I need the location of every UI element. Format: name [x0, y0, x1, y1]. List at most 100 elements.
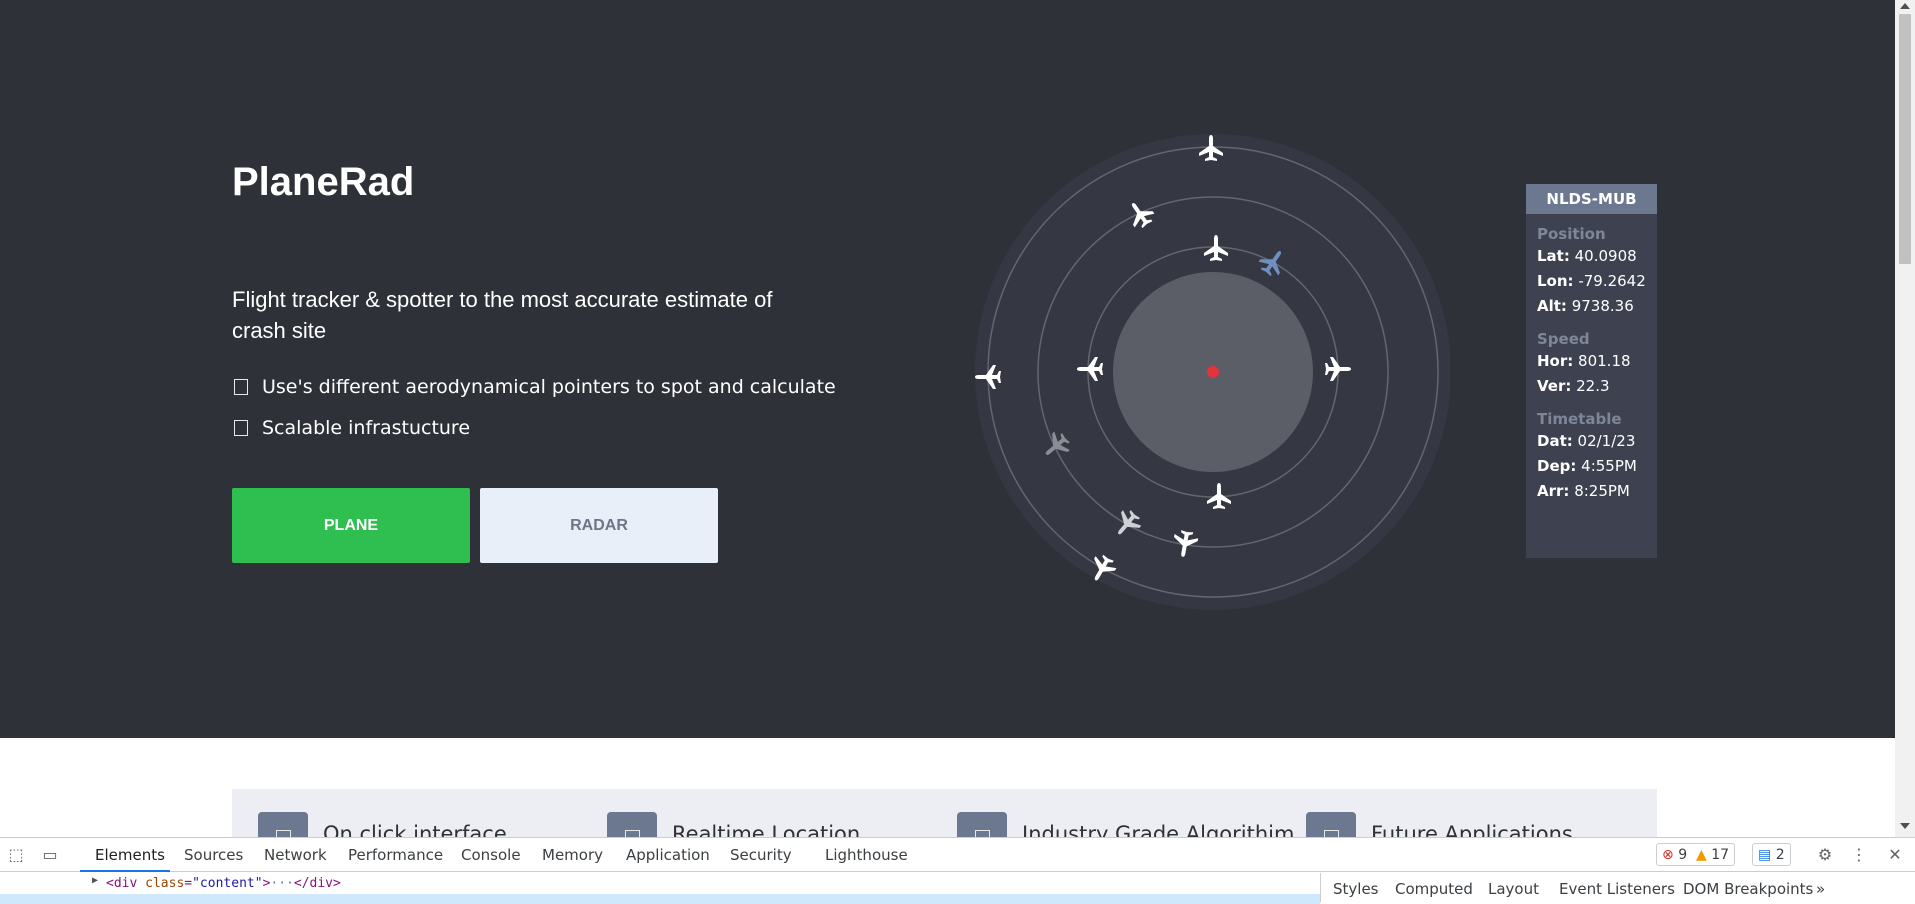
tab-network[interactable]: Network [264, 846, 327, 864]
tab-layout[interactable]: Layout [1488, 880, 1539, 898]
scroll-thumb[interactable] [1899, 14, 1911, 264]
lat-row: Lat: 40.0908 [1537, 244, 1657, 269]
inspect-element-icon[interactable]: ⬚ [6, 845, 26, 865]
feature-card-item: On click interface [258, 812, 507, 837]
row-value: 4:55PM [1581, 457, 1637, 475]
row-value: 9738.36 [1571, 297, 1634, 315]
issues-counter[interactable]: ⊗ 9 ▲ 17 [1656, 843, 1736, 866]
scroll-up-arrow-icon[interactable] [1900, 3, 1910, 9]
page-scrollbar[interactable] [1895, 0, 1915, 837]
message-count: 2 [1775, 846, 1785, 863]
tab-dom-breakpoints[interactable]: DOM Breakpoints [1683, 880, 1813, 898]
dom-tag-end: </div> [293, 876, 341, 891]
tab-memory[interactable]: Memory [542, 846, 603, 864]
feature-card-label: On click interface [323, 822, 507, 837]
tab-sources[interactable]: Sources [184, 846, 243, 864]
tab-event-listeners[interactable]: Event Listeners [1559, 880, 1675, 898]
dat-row: Dat: 02/1/23 [1537, 429, 1657, 454]
hero-subtitle: Flight tracker & spotter to the most acc… [232, 287, 773, 343]
feature-card-item: Industry Grade Algorithim [957, 812, 1294, 837]
more-tabs-icon[interactable]: » [1816, 880, 1825, 898]
flight-id-header: NLDS-MUB [1526, 184, 1657, 214]
messages-counter[interactable]: ▤ 2 [1752, 843, 1791, 866]
selected-dom-node[interactable] [0, 894, 1320, 904]
tab-security[interactable]: Security [730, 846, 792, 864]
row-label: Hor: [1537, 352, 1574, 370]
tab-styles[interactable]: Styles [1333, 880, 1379, 898]
row-label: Dat: [1537, 432, 1573, 450]
row-value: 8:25PM [1574, 482, 1630, 500]
dom-tag-open: <div [106, 876, 138, 891]
ver-row: Ver: 22.3 [1537, 374, 1657, 399]
row-value: 22.3 [1576, 377, 1610, 395]
section-title: Timetable [1537, 410, 1622, 428]
page-viewport: PlaneRad Flight tracker & spotter to the… [0, 0, 1895, 837]
row-label: Arr: [1537, 482, 1570, 500]
hero-section: PlaneRad Flight tracker & spotter to the… [0, 0, 1895, 738]
expand-triangle-icon[interactable]: ▶ [92, 875, 98, 886]
page-title: PlaneRad [232, 160, 415, 204]
dom-tree: ▶ <div class="content">···</div> [0, 873, 1320, 904]
settings-gear-icon[interactable]: ⚙ [1815, 845, 1835, 865]
close-icon[interactable]: ✕ [1885, 845, 1905, 865]
dom-attr-value: "content" [192, 876, 263, 891]
feature-card-item: Future Applications [1306, 812, 1573, 837]
timetable-section: Timetable Dat: 02/1/23 Dep: 4:55PM Arr: … [1526, 409, 1657, 504]
more-options-icon[interactable]: ⋮ [1849, 845, 1869, 865]
alt-row: Alt: 9738.36 [1537, 294, 1657, 319]
devtools-panel: ⬚ ▭ Elements Sources Network Performance… [0, 837, 1915, 904]
feature-label: Scalable infrastucture [262, 417, 471, 439]
feature-icon [1306, 812, 1356, 837]
scroll-down-arrow-icon[interactable] [1900, 823, 1910, 829]
radar-button[interactable]: RADAR [480, 488, 718, 563]
tab-performance[interactable]: Performance [348, 846, 443, 864]
error-icon: ⊗ [1662, 846, 1674, 863]
error-count: 9 [1678, 846, 1688, 863]
speed-section: Speed Hor: 801.18 Ver: 22.3 [1526, 329, 1657, 399]
row-value: 02/1/23 [1577, 432, 1636, 450]
row-label: Alt: [1537, 297, 1567, 315]
tab-elements[interactable]: Elements [95, 846, 165, 864]
feature-card-item: Realtime Location [607, 812, 860, 837]
position-section: Position Lat: 40.0908 Lon: -79.2642 Alt:… [1526, 224, 1657, 319]
row-value: 40.0908 [1574, 247, 1637, 265]
active-tab-indicator [80, 870, 170, 872]
dep-row: Dep: 4:55PM [1537, 454, 1657, 479]
dom-node[interactable]: <div class="content">···</div> [106, 876, 341, 891]
radar-center-dot [1207, 366, 1219, 378]
styles-sidebar: Styles Computed Layout Event Listeners D… [1320, 873, 1915, 902]
plane-button[interactable]: PLANE [232, 488, 470, 563]
feature-card-label: Realtime Location [672, 822, 861, 837]
message-icon: ▤ [1758, 846, 1772, 863]
tab-console[interactable]: Console [461, 846, 521, 864]
section-title: Position [1537, 225, 1606, 243]
row-label: Dep: [1537, 457, 1577, 475]
tab-application[interactable]: Application [626, 846, 710, 864]
dom-ellipsis: ··· [270, 876, 294, 891]
feature-card-label: Future Applications [1371, 822, 1573, 837]
feature-item: Use's different aerodynamical pointers t… [234, 376, 836, 398]
section-title: Speed [1537, 330, 1590, 348]
warning-count: 17 [1711, 846, 1730, 863]
feature-icon [957, 812, 1007, 837]
feature-icon [258, 812, 308, 837]
device-toolbar-icon[interactable]: ▭ [40, 845, 60, 865]
tab-computed[interactable]: Computed [1395, 880, 1473, 898]
dom-attr-name: class [145, 876, 185, 891]
row-value: -79.2642 [1578, 272, 1646, 290]
feature-label: Use's different aerodynamical pointers t… [262, 376, 836, 398]
arr-row: Arr: 8:25PM [1537, 479, 1657, 504]
feature-item: Scalable infrastucture [234, 417, 470, 439]
warning-icon: ▲ [1696, 846, 1707, 863]
flight-info-panel: NLDS-MUB Position Lat: 40.0908 Lon: -79.… [1526, 184, 1657, 558]
tab-lighthouse[interactable]: Lighthouse [825, 846, 908, 864]
hor-row: Hor: 801.18 [1537, 349, 1657, 374]
devtools-toolbar: ⬚ ▭ Elements Sources Network Performance… [0, 838, 1915, 872]
feature-icon [607, 812, 657, 837]
checkbox-icon [234, 420, 248, 436]
checkbox-icon [234, 379, 248, 395]
row-label: Lat: [1537, 247, 1570, 265]
row-label: Lon: [1537, 272, 1574, 290]
row-value: 801.18 [1578, 352, 1631, 370]
radar-display[interactable] [960, 122, 1450, 622]
